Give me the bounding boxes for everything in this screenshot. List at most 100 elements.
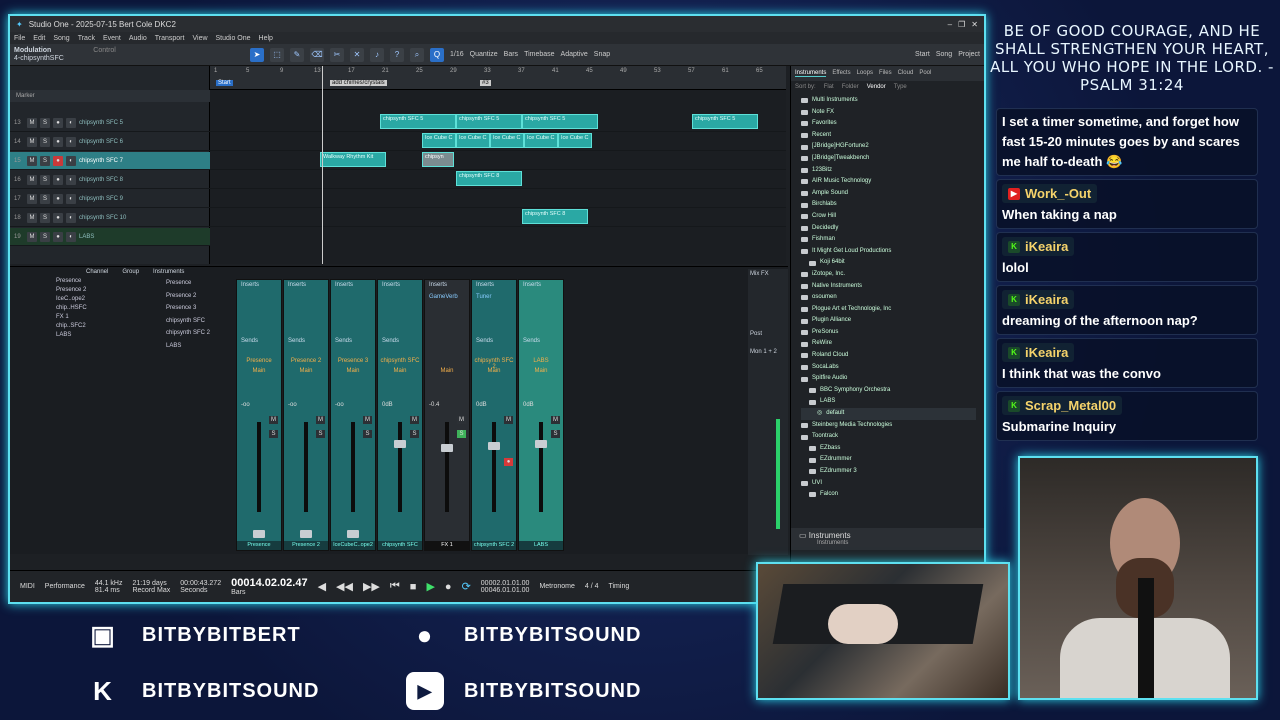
menu-audio[interactable]: Audio	[129, 35, 147, 42]
record-arm-button[interactable]: ●	[53, 212, 63, 223]
browser-item[interactable]: Koji 64bit	[801, 257, 976, 269]
channel-output[interactable]: Main	[472, 368, 516, 374]
song-page-button[interactable]: Song	[936, 51, 952, 58]
menu-studio-one[interactable]: Studio One	[216, 35, 251, 42]
instrument-item[interactable]: Presence	[166, 277, 236, 290]
go-to-start-icon[interactable]: ⏮	[390, 580, 400, 593]
channel-tab[interactable]: Channel	[86, 269, 108, 275]
browser-item[interactable]: Crow Hill	[801, 211, 976, 223]
browser-item[interactable]: [JBridge]HGFortune2	[801, 141, 976, 153]
mixer-channel-strip[interactable]: Inserts Sends Presence Main -oo M S Pres…	[236, 279, 282, 551]
track-row[interactable]: 16 M S ● ◐ chipsynth SFC 8	[10, 171, 210, 189]
volume-fader-handle[interactable]	[394, 440, 406, 448]
record-arm-button[interactable]: ●	[53, 174, 63, 185]
browser-item[interactable]: Steinberg Media Technologies	[801, 420, 976, 432]
volume-fader-handle[interactable]	[488, 442, 500, 450]
browser-item[interactable]: Native Instruments	[801, 281, 976, 293]
instrument-item[interactable]: chipsynth SFC	[166, 315, 236, 328]
record-arm-button[interactable]: ●	[53, 117, 63, 128]
mute-button[interactable]: M	[551, 416, 560, 424]
track-lane[interactable]: chipsynth SFC 8	[210, 171, 786, 189]
channel-output[interactable]: Main	[237, 368, 281, 374]
menu-help[interactable]: Help	[259, 35, 273, 42]
track-row-selected[interactable]: 15 M S ● ◐ chipsynth SFC 7	[10, 152, 210, 170]
inserts-label[interactable]: Inserts	[241, 282, 259, 288]
browser-item[interactable]: UVI	[801, 478, 976, 490]
channel-list-item[interactable]: LABS	[56, 331, 166, 340]
mixer-channel-strip[interactable]: Inserts Sends Presence 3 Main -oo M S Ic…	[330, 279, 376, 551]
midi-clip[interactable]: chipsynth SFC 8	[522, 209, 588, 224]
inserts-label[interactable]: Inserts	[335, 282, 353, 288]
browser-item[interactable]: Ample Sound	[801, 188, 976, 200]
timeline-ruler[interactable]: 1 5 9 13 17 21 25 29 33 37 41 45 49 53 5…	[210, 66, 786, 90]
loop-start[interactable]: 00002.01.01.00	[481, 580, 530, 587]
volume-fader-handle[interactable]	[535, 440, 547, 448]
instruments-tab[interactable]: Instruments	[153, 269, 184, 275]
mute-button[interactable]: M	[27, 231, 37, 242]
volume-fader-track[interactable]	[304, 422, 308, 512]
browser-item[interactable]: 123Bitz	[801, 165, 976, 177]
fast-forward-icon[interactable]: ▶▶	[363, 580, 380, 593]
menu-file[interactable]: File	[14, 35, 25, 42]
timebase-value[interactable]: Bars	[504, 51, 518, 58]
eraser-tool-icon[interactable]: ⌫	[310, 47, 324, 62]
mixer-channel-strip[interactable]: Inserts Sends LABS Main 0dB M S LABS	[518, 279, 564, 551]
track-row[interactable]: 18 M S ● ◐ chipsynth SFC 10	[10, 209, 210, 227]
browser-item[interactable]: Falcon	[801, 489, 976, 501]
instrument-item[interactable]: chipsynth SFC 2	[166, 327, 236, 340]
track-row[interactable]: 14 M S ● ◐ chipsynth SFC 6	[10, 133, 210, 151]
record-arm-button[interactable]: ●	[53, 155, 63, 166]
browser-item[interactable]: Multi Instruments	[801, 95, 976, 107]
monitor-button[interactable]: ◐	[66, 174, 76, 185]
channel-list-item[interactable]: IceC..ope2	[56, 295, 166, 304]
sends-label[interactable]: Sends	[523, 338, 540, 344]
track-lane[interactable]: chipsynth SFC 8	[210, 209, 786, 227]
control-link[interactable]: Modulation Control 4-chipsynthSFC	[14, 47, 244, 63]
maximize-icon[interactable]: ❐	[958, 20, 965, 29]
browser-item[interactable]: iZotope, Inc.	[801, 269, 976, 281]
mute-button[interactable]: M	[27, 117, 37, 128]
quantize-icon[interactable]: Q	[430, 47, 444, 62]
help-icon[interactable]: ?	[390, 47, 404, 62]
mute-button[interactable]: M	[269, 416, 278, 424]
mute-button[interactable]: M	[27, 155, 37, 166]
mute-button[interactable]: M	[457, 416, 466, 424]
browser-item[interactable]: LABS	[801, 396, 976, 408]
record-icon[interactable]: ●	[445, 581, 452, 593]
channel-output[interactable]: Main	[284, 368, 328, 374]
solo-button[interactable]: S	[269, 430, 278, 438]
mixer-channel-strip[interactable]: Inserts Sends chipsynth SFC Main 0dB M S…	[377, 279, 423, 551]
mute-button[interactable]: M	[363, 416, 372, 424]
menu-edit[interactable]: Edit	[33, 35, 45, 42]
arrow-tool-icon[interactable]: ➤	[250, 47, 264, 62]
sort-vendor[interactable]: Vendor	[867, 84, 886, 90]
browser-item[interactable]: ReWire	[801, 338, 976, 350]
solo-button[interactable]: S	[40, 136, 50, 147]
listen-tool-icon[interactable]: ♪	[370, 47, 384, 62]
solo-button[interactable]: S	[40, 155, 50, 166]
browser-item[interactable]: Favorites	[801, 118, 976, 130]
inserts-label[interactable]: Inserts	[476, 282, 494, 288]
solo-button[interactable]: S	[551, 430, 560, 438]
browser-item[interactable]: Fishman	[801, 234, 976, 246]
mute-button[interactable]: M	[27, 212, 37, 223]
solo-button[interactable]: S	[40, 174, 50, 185]
start-marker[interactable]: Start	[216, 80, 233, 86]
sends-label[interactable]: Sends	[476, 338, 493, 344]
insert-plugin[interactable]: Tuner	[476, 294, 491, 300]
record-arm-button[interactable]: ●	[53, 193, 63, 204]
midi-clip[interactable]: Ice Cube C	[558, 133, 592, 148]
sends-label[interactable]: Sends	[382, 338, 399, 344]
channel-list-item[interactable]: chip..SFC2	[56, 322, 166, 331]
midi-clip[interactable]: chipsynth SFC 5	[522, 114, 598, 129]
solo-button[interactable]: S	[40, 193, 50, 204]
browser-item[interactable]: Plogue Art et Technologie, Inc	[801, 304, 976, 316]
browser-item[interactable]: Toontrack	[801, 431, 976, 443]
midi-clip[interactable]: Walkway Rhythm Kit	[320, 152, 386, 167]
snap-value[interactable]: Adaptive	[561, 51, 588, 58]
insert-plugin[interactable]: GameVerb	[429, 294, 458, 300]
menu-event[interactable]: Event	[103, 35, 121, 42]
playhead-cursor[interactable]	[322, 66, 323, 264]
monitor-button[interactable]: ◐	[66, 231, 76, 242]
record-arm-button[interactable]: ●	[53, 136, 63, 147]
